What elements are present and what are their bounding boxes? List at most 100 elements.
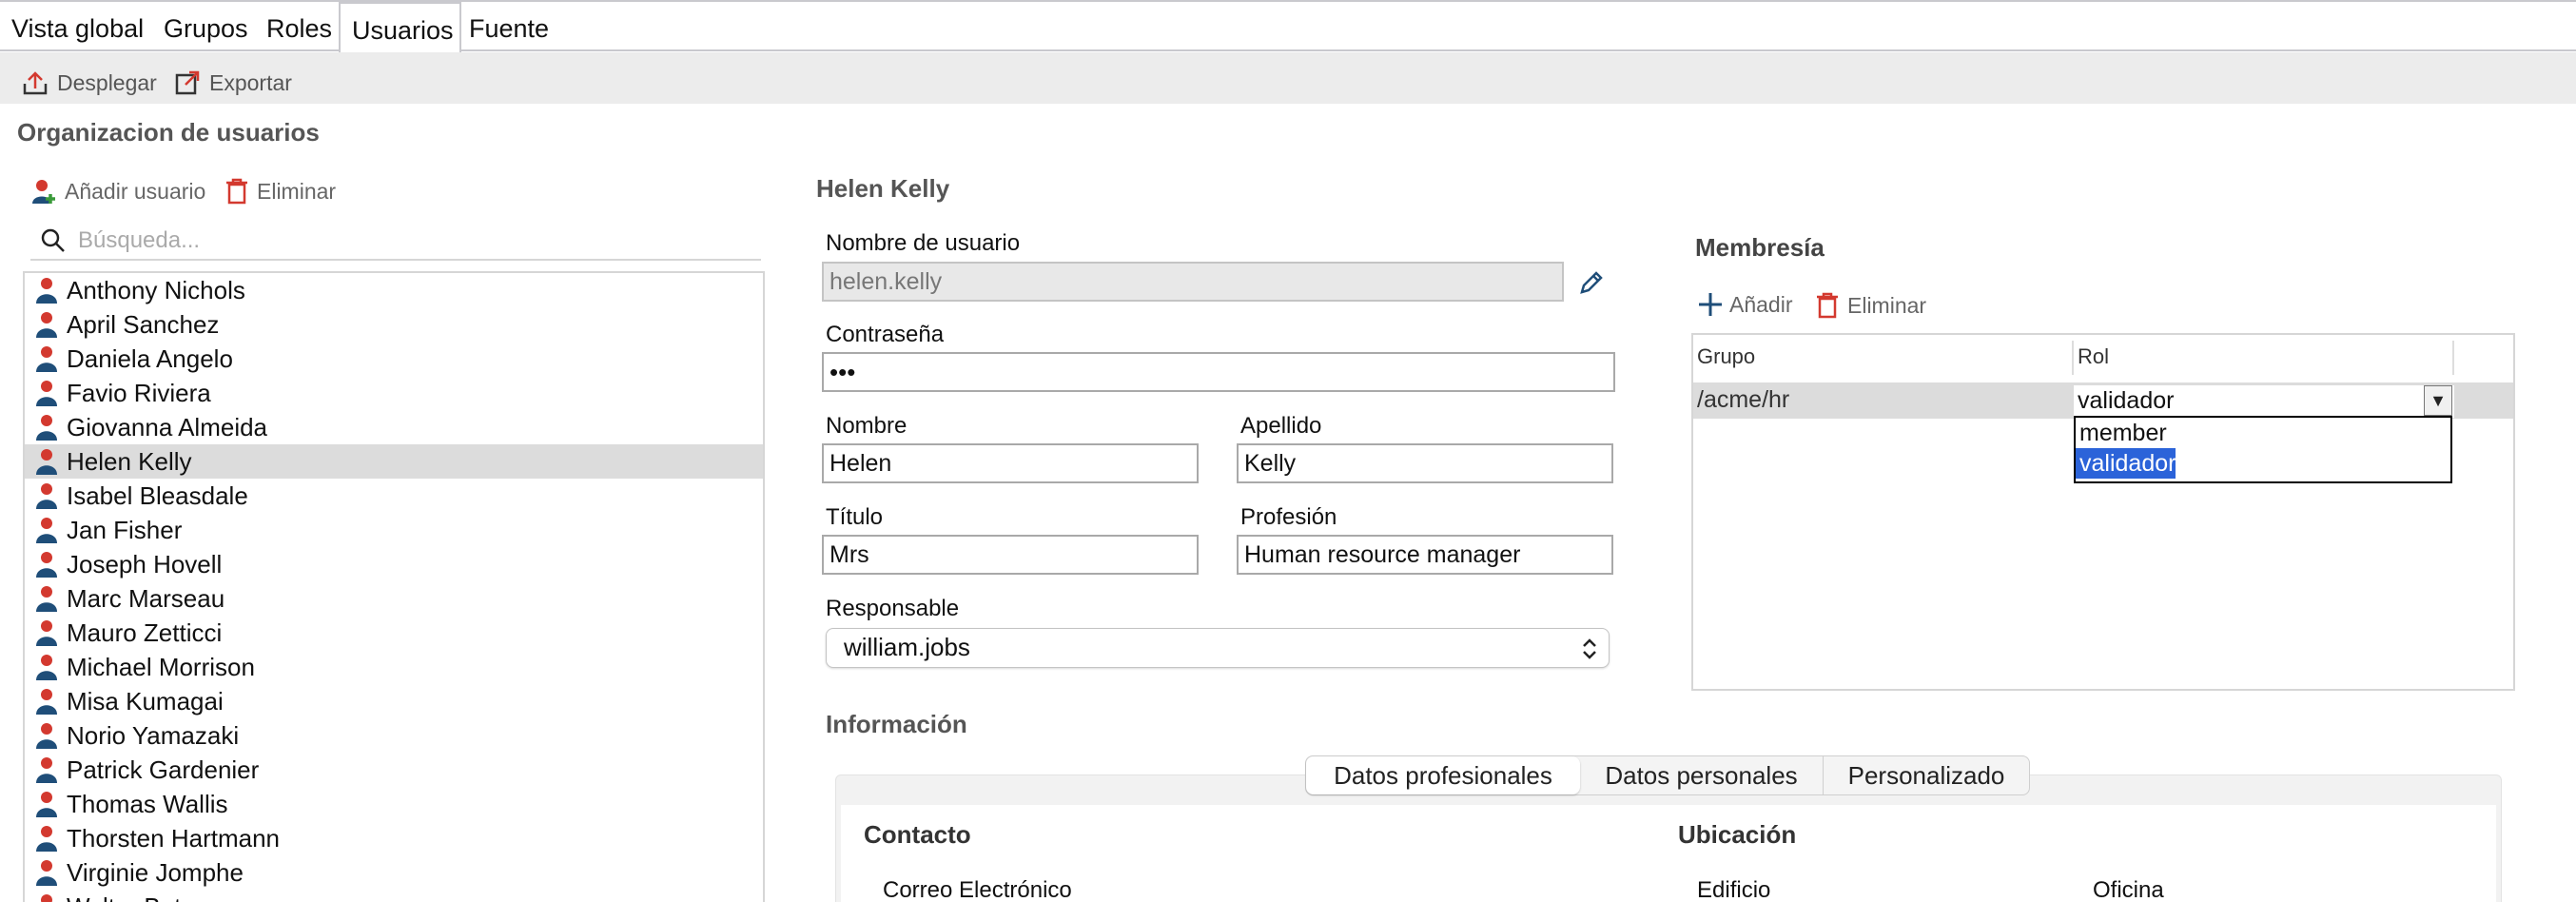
user-name: April Sanchez — [67, 310, 220, 339]
user-name: Thorsten Hartmann — [67, 824, 280, 853]
dropdown-arrow-icon[interactable]: ▼ — [2424, 385, 2452, 416]
row-group-cell: /acme/hr — [1697, 386, 1790, 413]
first-name-field[interactable]: Helen — [822, 443, 1199, 483]
user-list-item[interactable]: Patrick Gardenier — [25, 753, 763, 787]
password-field[interactable]: ••• — [822, 352, 1615, 392]
user-name: Patrick Gardenier — [67, 755, 260, 784]
user-list-item[interactable]: Walter Bates — [25, 890, 763, 902]
tab-fuente[interactable]: Fuente — [458, 2, 560, 51]
password-label: Contraseña — [826, 322, 945, 347]
user-icon — [36, 552, 57, 578]
role-dropdown-list: member validador — [2074, 416, 2452, 483]
info-title: Información — [826, 710, 967, 738]
delete-membership-label: Eliminar — [1847, 292, 1927, 318]
user-list-item[interactable]: Giovanna Almeida — [25, 410, 763, 444]
search-input[interactable]: Búsqueda... — [78, 227, 200, 254]
export-button[interactable]: Exportar — [173, 57, 292, 108]
user-list-item[interactable]: Michael Morrison — [25, 650, 763, 684]
user-list-item[interactable]: Norio Yamazaki — [25, 718, 763, 753]
add-membership-button[interactable]: Añadir — [1697, 291, 1792, 318]
last-name-field[interactable]: Kelly — [1237, 443, 1613, 483]
username-field[interactable]: helen.kelly — [822, 262, 1564, 302]
user-name: Helen Kelly — [67, 447, 192, 476]
subtab-datos-profesionales[interactable]: Datos profesionales — [1306, 756, 1580, 794]
trash-icon — [226, 178, 247, 205]
role-option-validador[interactable]: validador — [2076, 448, 2176, 479]
col-role-header[interactable]: Rol — [2078, 344, 2109, 369]
subtab-personalizado[interactable]: Personalizado — [1824, 756, 2029, 794]
user-list-item[interactable]: Mauro Zetticci — [25, 616, 763, 650]
delete-user-label: Eliminar — [257, 178, 337, 204]
user-icon — [36, 346, 57, 372]
role-option-member[interactable]: member — [2076, 418, 2450, 448]
deploy-icon — [23, 71, 48, 95]
org-title: Organizacion de usuarios — [17, 118, 320, 147]
add-user-icon — [32, 180, 55, 204]
user-icon — [36, 449, 57, 475]
user-name: Michael Morrison — [67, 653, 255, 681]
user-name: Joseph Hovell — [67, 550, 223, 578]
user-name: Giovanna Almeida — [67, 413, 268, 441]
col-group-header[interactable]: Grupo — [1697, 344, 1755, 369]
user-name: Walter Bates — [67, 890, 207, 902]
user-icon — [36, 415, 57, 441]
user-name: Marc Marseau — [67, 584, 225, 613]
tab-roles[interactable]: Roles — [255, 2, 343, 51]
user-list-item[interactable]: Joseph Hovell — [25, 547, 763, 581]
tab-grupos[interactable]: Grupos — [152, 2, 260, 51]
user-list-item[interactable]: Marc Marseau — [25, 581, 763, 616]
title-field[interactable]: Mrs — [822, 535, 1199, 575]
user-list-item[interactable]: Thorsten Hartmann — [25, 821, 763, 855]
manager-value: william.jobs — [844, 633, 970, 661]
user-icon — [36, 689, 57, 715]
add-membership-label: Añadir — [1729, 291, 1793, 317]
manager-label: Responsable — [826, 596, 960, 621]
user-icon — [36, 792, 57, 817]
user-list-item[interactable]: Misa Kumagai — [25, 684, 763, 718]
col-divider — [2452, 341, 2454, 375]
email-label: Correo Electrónico — [883, 877, 1072, 902]
user-list-item[interactable]: Thomas Wallis — [25, 787, 763, 821]
deploy-button[interactable]: Desplegar — [21, 57, 157, 108]
user-icon — [36, 655, 57, 680]
search-box[interactable]: Búsqueda... — [30, 223, 761, 261]
user-list-item[interactable]: Favio Riviera — [25, 376, 763, 410]
tab-vista-global[interactable]: Vista global — [0, 2, 155, 51]
add-user-button[interactable]: Añadir usuario — [30, 177, 205, 206]
user-name: Mauro Zetticci — [67, 618, 223, 647]
user-list-item[interactable]: Daniela Angelo — [25, 342, 763, 376]
delete-user-button[interactable]: Eliminar — [223, 177, 336, 206]
user-list-item[interactable]: Isabel Bleasdale — [25, 479, 763, 513]
last-name-label: Apellido — [1240, 413, 1322, 439]
export-label: Exportar — [209, 70, 292, 95]
user-name: Anthony Nichols — [67, 276, 245, 304]
user-heading: Helen Kelly — [816, 174, 950, 203]
select-arrows-icon — [1583, 638, 1596, 659]
user-list-item[interactable]: Virginie Jomphe — [25, 855, 763, 890]
user-list-item[interactable]: Jan Fisher — [25, 513, 763, 547]
location-title: Ubicación — [1678, 820, 1797, 849]
trash-icon — [1817, 292, 1838, 319]
user-icon — [41, 894, 52, 902]
subtab-datos-personales[interactable]: Datos personales — [1580, 756, 1824, 794]
user-name: Misa Kumagai — [67, 687, 224, 716]
manager-select[interactable]: william.jobs — [826, 628, 1610, 668]
user-icon — [36, 278, 57, 304]
user-list-item[interactable]: April Sanchez — [25, 307, 763, 342]
user-icon — [36, 757, 57, 783]
user-icon — [36, 586, 57, 612]
user-list-item[interactable]: Anthony Nichols — [25, 273, 763, 307]
job-field[interactable]: Human resource manager — [1237, 535, 1613, 575]
delete-membership-button[interactable]: Eliminar — [1813, 291, 1926, 320]
tab-usuarios[interactable]: Usuarios — [339, 2, 461, 53]
export-icon — [175, 70, 200, 95]
user-list-item[interactable]: Helen Kelly — [25, 444, 763, 479]
edit-pencil-icon[interactable] — [1577, 268, 1606, 297]
search-icon — [41, 228, 65, 252]
user-list: Anthony Nichols April Sanchez Daniela Ange… — [23, 271, 765, 902]
user-icon — [36, 723, 57, 749]
user-name: Daniela Angelo — [67, 344, 233, 373]
user-icon — [36, 860, 57, 886]
role-combo[interactable]: validador ▼ — [2074, 385, 2454, 418]
office-label: Oficina — [2093, 877, 2164, 902]
